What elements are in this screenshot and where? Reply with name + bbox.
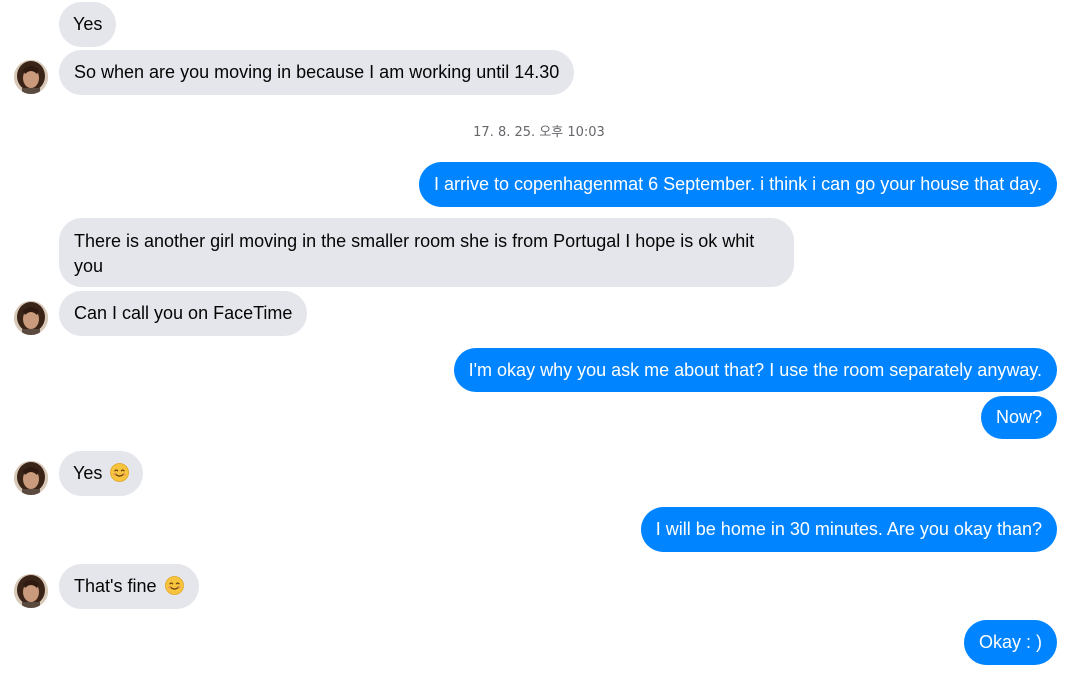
outgoing-message[interactable]: Now? [980,396,1057,439]
outgoing-message[interactable]: I will be home in 30 minutes. Are you ok… [640,507,1057,552]
message-text: Yes [73,14,103,34]
conversation-timestamp: 17. 8. 25. 오후 10:03 [473,125,605,140]
message-text: Can I call you on FaceTime [74,303,293,323]
message-thread: Yes So when are you moving in because I … [0,0,1078,678]
incoming-message[interactable]: Yes [59,2,117,47]
contact-avatar[interactable] [14,574,48,608]
avatar-image [14,60,48,94]
message-text: Now? [995,407,1042,427]
smiling-face-emoji-icon [110,463,130,482]
message-text: There is another girl moving in the smal… [74,231,755,276]
avatar-image [14,301,48,335]
incoming-message[interactable]: So when are you moving in because I am w… [59,50,575,95]
incoming-message[interactable]: Yes [59,451,144,496]
contact-avatar[interactable] [14,461,48,495]
message-text: So when are you moving in because I am w… [74,62,560,82]
smiling-face-emoji-icon [164,576,184,595]
outgoing-message[interactable]: I'm okay why you ask me about that? I us… [453,348,1057,392]
message-text: I'm okay why you ask me about that? I us… [468,360,1042,380]
message-text: Okay : ) [978,632,1042,652]
message-text: I arrive to copenhagenmat 6 September. i… [433,174,1042,194]
contact-avatar[interactable] [14,301,48,335]
outgoing-message[interactable]: I arrive to copenhagenmat 6 September. i… [418,162,1057,207]
incoming-message[interactable]: There is another girl moving in the smal… [59,218,794,287]
incoming-message[interactable]: Can I call you on FaceTime [59,291,308,336]
incoming-message[interactable]: That's fine [59,564,199,609]
message-text: I will be home in 30 minutes. Are you ok… [655,519,1042,539]
message-text: Yes [73,463,103,483]
outgoing-message[interactable]: Okay : ) [963,620,1057,665]
message-text: That's fine [74,576,157,596]
contact-avatar[interactable] [14,60,48,94]
avatar-image [14,461,48,495]
avatar-image [14,574,48,608]
